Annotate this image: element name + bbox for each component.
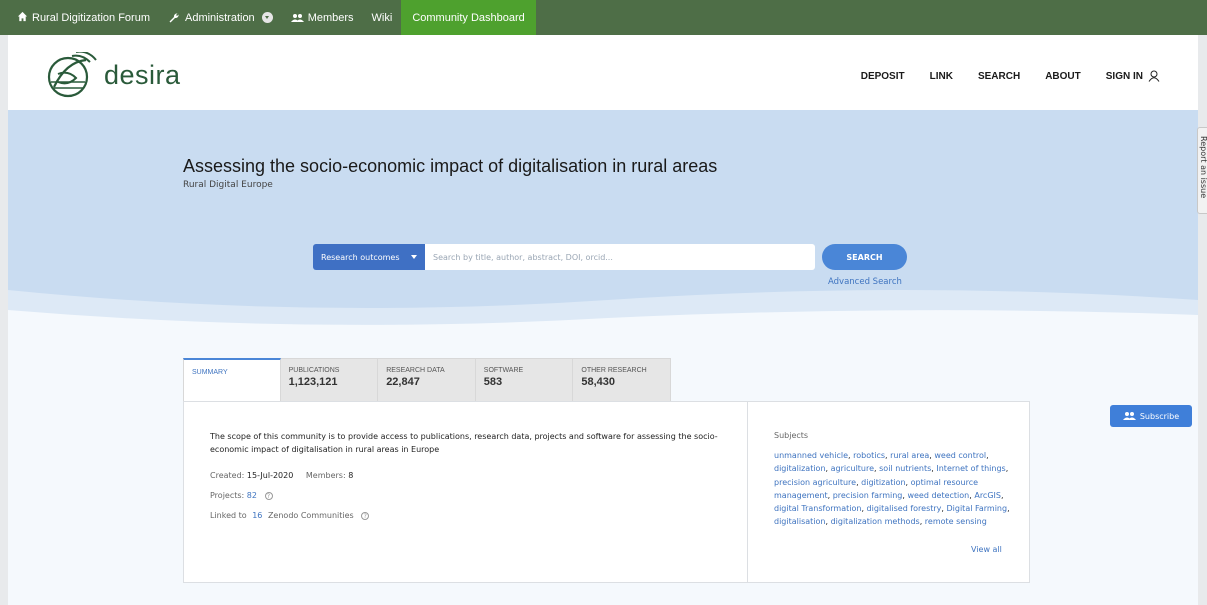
subject-link[interactable]: digital Transformation — [774, 504, 861, 513]
topbar-item-members[interactable]: Members — [282, 0, 363, 35]
topbar-label-wiki: Wiki — [371, 11, 393, 24]
tab-label: PUBLICATIONS — [288, 367, 340, 374]
search-input[interactable] — [425, 244, 815, 270]
tab-publications[interactable]: PUBLICATIONS 1,123,121 — [280, 358, 379, 402]
linked-prefix: Linked to — [210, 511, 247, 520]
tab-label: SOFTWARE — [483, 367, 524, 374]
subject-link[interactable]: soil nutrients — [879, 464, 931, 473]
tab-summary[interactable]: SUMMARY — [183, 358, 281, 402]
subject-link[interactable]: rural area — [890, 451, 929, 460]
tab-label: SUMMARY — [192, 369, 228, 376]
subject-link[interactable]: remote sensing — [925, 517, 987, 526]
search-button[interactable]: SEARCH — [822, 244, 907, 270]
subject-link[interactable]: Internet of things — [936, 464, 1005, 473]
help-icon[interactable]: ? — [264, 491, 273, 500]
help-icon[interactable]: ? — [361, 511, 370, 520]
site-header: Desira DEPOSIT LINK SEARCH ABOUT SIGN IN — [8, 42, 1198, 110]
tab-research-data[interactable]: RESEARCH DATA 22,847 — [378, 358, 476, 402]
subject-link[interactable]: agriculture — [831, 464, 874, 473]
people-icon — [290, 13, 304, 22]
nav-deposit[interactable]: DEPOSIT — [861, 70, 905, 82]
projects-row: Projects: 82 ? — [210, 491, 273, 500]
topbar-label-forum: Rural Digitization Forum — [32, 11, 150, 24]
subject-link[interactable]: robotics — [853, 451, 885, 460]
subject-link[interactable]: Digital Farming — [947, 504, 1008, 513]
panel-divider — [747, 402, 748, 582]
subjects-list: unmanned vehicle, robotics, rural area, … — [774, 451, 1010, 527]
hero-banner: Assessing the socio-economic impact of d… — [8, 110, 1198, 340]
tab-label: OTHER RESEARCH — [581, 367, 647, 374]
community-subtitle: Rural Digital Europe — [183, 180, 273, 190]
projects-label: Projects: — [210, 491, 245, 500]
subject-link[interactable]: digitalization methods — [831, 517, 920, 526]
tab-software[interactable]: SOFTWARE 583 — [475, 358, 574, 402]
tab-other-research[interactable]: OTHER RESEARCH 58,430 — [573, 358, 671, 402]
tab-label: RESEARCH DATA — [386, 367, 445, 374]
page-margin-right — [1198, 35, 1207, 605]
linked-communities-row: Linked to 16 Zenodo Communities ? — [210, 511, 370, 520]
nav-about[interactable]: ABOUT — [1045, 70, 1081, 82]
subject-link[interactable]: precision farming — [833, 491, 903, 500]
wrench-icon — [169, 12, 179, 22]
hero-wave-decoration — [8, 290, 1198, 340]
topbar-label-members: Members — [307, 11, 354, 24]
subject-link[interactable]: digitalization — [774, 464, 826, 473]
topbar-item-forum[interactable]: Rural Digitization Forum — [0, 0, 159, 35]
people-icon — [1122, 412, 1136, 420]
tab-count: 1,123,121 — [288, 376, 338, 388]
subscribe-label: Subscribe — [1139, 411, 1180, 421]
created-members-row: Created: 15-Jul-2020 Members: 8 — [210, 471, 353, 480]
search-type-select[interactable]: Research outcomes — [313, 244, 425, 270]
subscribe-button[interactable]: Subscribe — [1110, 405, 1192, 427]
linked-suffix: Zenodo Communities — [267, 511, 354, 520]
desira-logo[interactable]: Desira — [46, 52, 206, 102]
home-icon — [17, 11, 28, 22]
members-value: 8 — [348, 471, 354, 480]
tab-count: 22,847 — [386, 376, 420, 388]
topbar-label-community-dashboard: Community Dashboard — [412, 11, 525, 24]
subjects-title: Subjects — [774, 431, 809, 440]
subject-link[interactable]: digitalised forestry — [867, 504, 942, 513]
nav-sign-in-label: SIGN IN — [1105, 70, 1143, 82]
advanced-search-link[interactable]: Advanced Search — [828, 277, 902, 287]
topbar-item-administration[interactable]: Administration — [159, 0, 282, 35]
summary-panel: The scope of this community is to provid… — [183, 401, 1030, 583]
search-type-value: Research outcomes — [321, 252, 400, 262]
created-label: Created: — [210, 471, 245, 480]
report-issue-tab[interactable]: Report an issue — [1197, 127, 1207, 214]
leaf-globe-icon — [47, 52, 97, 98]
chevron-down-icon — [261, 12, 273, 23]
content-tabs: SUMMARY PUBLICATIONS 1,123,121 RESEARCH … — [183, 358, 671, 402]
search-bar: Research outcomes — [313, 244, 815, 270]
subject-link[interactable]: digitization — [861, 478, 905, 487]
top-admin-bar: Rural Digitization Forum Administration … — [0, 0, 1207, 35]
tab-count: 583 — [483, 376, 503, 388]
page-margin-left — [0, 35, 8, 605]
community-description: The scope of this community is to provid… — [210, 432, 718, 454]
tab-count: 58,430 — [581, 376, 616, 388]
topbar-item-wiki[interactable]: Wiki — [363, 0, 402, 35]
logo-text: Desira — [104, 60, 181, 90]
caret-down-icon — [411, 255, 417, 259]
linked-count-link[interactable]: 16 — [252, 511, 262, 520]
subject-link[interactable]: weed control — [934, 451, 986, 460]
subject-link[interactable]: weed detection — [907, 491, 969, 500]
subject-link[interactable]: precision agriculture — [774, 478, 856, 487]
subject-link[interactable]: ArcGIS — [974, 491, 1001, 500]
main-nav: DEPOSIT LINK SEARCH ABOUT SIGN IN — [836, 70, 1160, 82]
members-label: Members: — [305, 471, 346, 480]
report-issue-label: Report an issue — [1199, 136, 1207, 199]
subject-link[interactable]: unmanned vehicle — [774, 451, 848, 460]
community-title: Assessing the socio-economic impact of d… — [183, 156, 718, 176]
topbar-label-administration: Administration — [184, 11, 255, 24]
user-icon — [1148, 70, 1160, 82]
nav-sign-in[interactable]: SIGN IN — [1106, 70, 1160, 82]
subject-link[interactable]: digitalisation — [774, 517, 825, 526]
view-all-subjects-link[interactable]: View all — [971, 545, 1002, 554]
created-value: 15-Jul-2020 — [246, 471, 294, 480]
projects-count-link[interactable]: 82 — [247, 491, 257, 500]
nav-search[interactable]: SEARCH — [978, 70, 1020, 82]
topbar-item-community-dashboard[interactable]: Community Dashboard — [401, 0, 536, 35]
nav-link[interactable]: LINK — [930, 70, 953, 82]
